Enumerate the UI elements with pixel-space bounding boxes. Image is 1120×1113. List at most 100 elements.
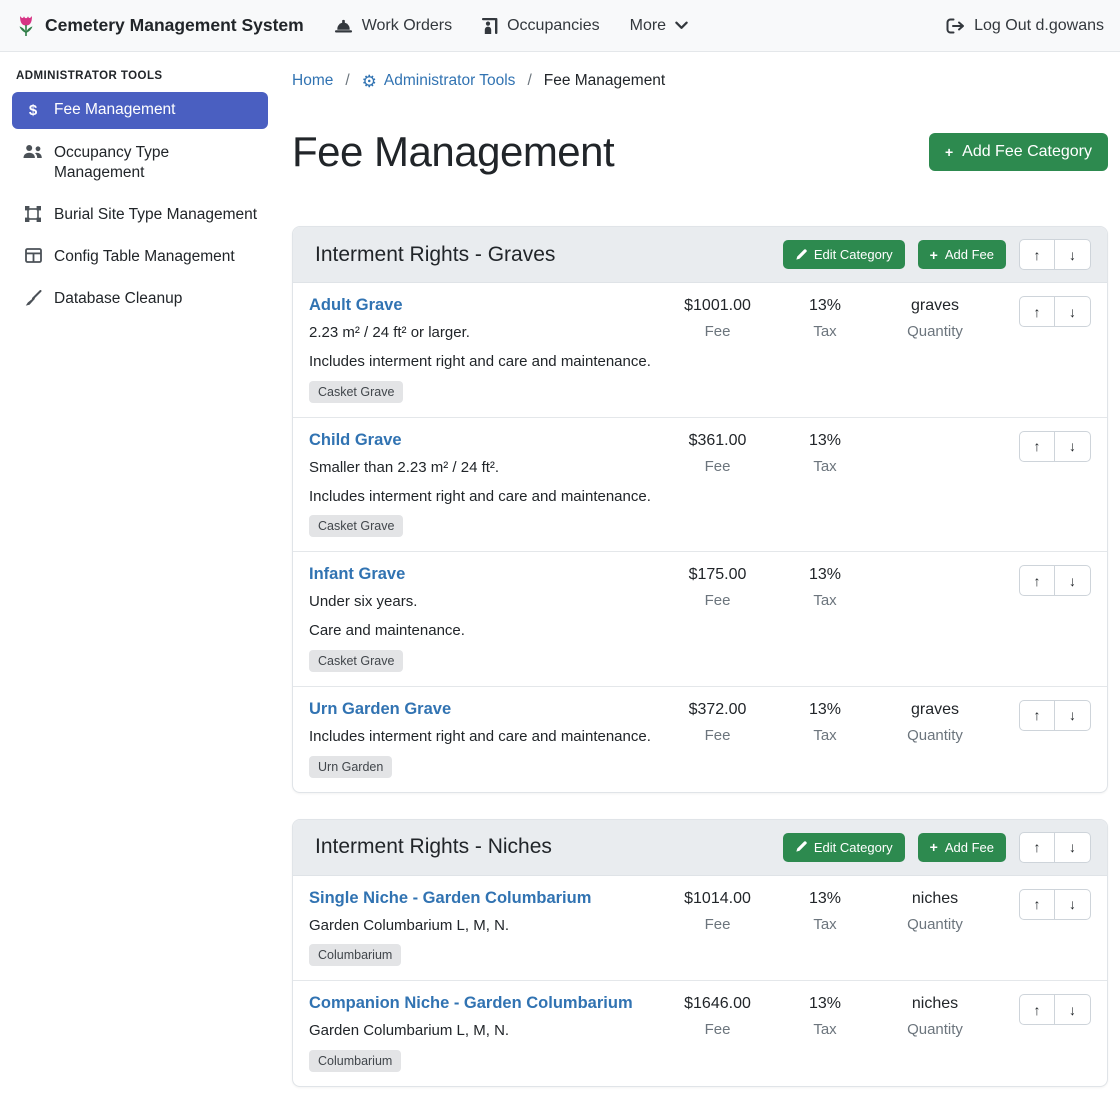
fee-name-link[interactable]: Child Grave (309, 431, 402, 450)
logout-button[interactable]: Log Out d.gowans (946, 17, 1104, 35)
category-header: Interment Rights - Graves Edit Category … (293, 227, 1107, 283)
add-fee-label: Add Fee (945, 840, 994, 855)
fee-rows: Single Niche - Garden Columbarium Garden… (293, 876, 1107, 1087)
fee-type-badge: Casket Grave (309, 381, 403, 403)
category-move-up-button[interactable]: ↑ (1019, 239, 1055, 270)
fee-row: Single Niche - Garden Columbarium Garden… (293, 876, 1107, 981)
brand-title: Cemetery Management System (45, 15, 304, 36)
hard-hat-icon (334, 18, 353, 34)
category-title: Interment Rights - Graves (309, 243, 783, 267)
fee-move-down-button[interactable]: ↓ (1055, 994, 1091, 1025)
fee-actions: ↑ ↓ (995, 431, 1091, 462)
sidebar-item-occupancy-type-management[interactable]: Occupancy Type Management (12, 135, 268, 191)
fee-info: Urn Garden Grave Includes interment righ… (309, 700, 660, 778)
fee-actions: ↑ ↓ (995, 889, 1091, 920)
category-title: Interment Rights - Niches (309, 835, 783, 859)
fee-move-up-button[interactable]: ↑ (1019, 565, 1055, 596)
fee-column: $175.00 Fee (660, 565, 775, 609)
fee-name-link[interactable]: Companion Niche - Garden Columbarium (309, 994, 633, 1013)
tax-column: 13% Tax (775, 700, 875, 744)
fee-info: Single Niche - Garden Columbarium Garden… (309, 889, 660, 967)
edit-category-button[interactable]: Edit Category (783, 833, 905, 862)
quantity-label: Quantity (875, 1021, 995, 1038)
add-fee-category-button[interactable]: + Add Fee Category (929, 133, 1108, 171)
fee-label: Fee (660, 323, 775, 340)
sidebar-item-database-cleanup[interactable]: Database Cleanup (12, 281, 268, 317)
fee-name-link[interactable]: Adult Grave (309, 296, 403, 315)
breadcrumb-admin-tools-link[interactable]: Administrator Tools (384, 72, 516, 90)
tax-value: 13% (775, 432, 875, 450)
fee-description: Under six years. (309, 591, 652, 613)
arrow-down-icon: ↓ (1069, 839, 1076, 855)
quantity-column (875, 431, 995, 440)
fee-description: 2.23 m² / 24 ft² or larger. (309, 322, 652, 344)
quantity-column: graves Quantity (875, 296, 995, 340)
dollar-icon: $ (22, 101, 44, 121)
fee-move-up-button[interactable]: ↑ (1019, 431, 1055, 462)
fee-move-down-button[interactable]: ↓ (1055, 565, 1091, 596)
fee-reorder-group: ↑ ↓ (1019, 296, 1091, 327)
category-move-up-button[interactable]: ↑ (1019, 832, 1055, 863)
fee-label: Fee (660, 1021, 775, 1038)
fee-move-up-button[interactable]: ↑ (1019, 296, 1055, 327)
quantity-column: graves Quantity (875, 700, 995, 744)
fee-row: Urn Garden Grave Includes interment righ… (293, 686, 1107, 792)
quantity-column: niches Quantity (875, 889, 995, 933)
quantity-label: Quantity (875, 323, 995, 340)
fee-description: Garden Columbarium L, M, N. (309, 1020, 652, 1042)
arrow-up-icon: ↑ (1034, 896, 1041, 912)
fee-description: Includes interment right and care and ma… (309, 351, 652, 373)
sidebar-item-label: Database Cleanup (54, 289, 182, 309)
fee-reorder-group: ↑ ↓ (1019, 889, 1091, 920)
nav-label-more: More (630, 17, 666, 35)
sidebar-item-fee-management[interactable]: $ Fee Management (12, 92, 268, 129)
fee-row: Infant Grave Under six years. Care and ma… (293, 551, 1107, 686)
add-fee-button[interactable]: + Add Fee (918, 240, 1006, 269)
fee-description: Includes interment right and care and ma… (309, 486, 652, 508)
nav-item-more[interactable]: More (630, 17, 688, 35)
fee-name-link[interactable]: Urn Garden Grave (309, 700, 451, 719)
fee-info: Child Grave Smaller than 2.23 m² / 24 ft… (309, 431, 660, 538)
tax-column: 13% Tax (775, 565, 875, 609)
category-move-down-button[interactable]: ↓ (1055, 239, 1091, 270)
nav-item-work-orders[interactable]: Work Orders (334, 17, 452, 35)
breadcrumb: Home / ⚙ Administrator Tools / Fee Manag… (292, 64, 1108, 92)
fee-reorder-group: ↑ ↓ (1019, 431, 1091, 462)
sidebar-item-burial-site-type-management[interactable]: Burial Site Type Management (12, 197, 268, 233)
tax-column: 13% Tax (775, 431, 875, 475)
fee-move-down-button[interactable]: ↓ (1055, 889, 1091, 920)
fee-label: Fee (660, 458, 775, 475)
tax-label: Tax (775, 1021, 875, 1038)
category-reorder-group: ↑ ↓ (1019, 832, 1091, 863)
users-icon (22, 144, 44, 159)
plus-icon: + (945, 145, 953, 159)
brand-link[interactable]: Cemetery Management System (16, 14, 304, 38)
edit-category-button[interactable]: Edit Category (783, 240, 905, 269)
fee-info: Adult Grave 2.23 m² / 24 ft² or larger. I… (309, 296, 660, 403)
fee-reorder-group: ↑ ↓ (1019, 994, 1091, 1025)
sidebar-item-config-table-management[interactable]: Config Table Management (12, 239, 268, 275)
fee-move-up-button[interactable]: ↑ (1019, 889, 1055, 920)
fee-actions: ↑ ↓ (995, 994, 1091, 1025)
fee-move-up-button[interactable]: ↑ (1019, 994, 1055, 1025)
fee-description: Care and maintenance. (309, 620, 652, 642)
plus-icon: + (930, 840, 938, 854)
tulip-icon (16, 14, 36, 38)
category-move-down-button[interactable]: ↓ (1055, 832, 1091, 863)
nav-item-occupancies[interactable]: Occupancies (482, 17, 600, 35)
fee-descriptions: Includes interment right and care and ma… (309, 726, 652, 748)
logout-label: Log Out d.gowans (974, 17, 1104, 35)
add-fee-button[interactable]: + Add Fee (918, 833, 1006, 862)
nav-label-occupancies: Occupancies (507, 17, 600, 35)
edit-category-label: Edit Category (814, 840, 893, 855)
tax-value: 13% (775, 995, 875, 1013)
quantity-column (875, 565, 995, 574)
fee-move-down-button[interactable]: ↓ (1055, 431, 1091, 462)
fee-move-up-button[interactable]: ↑ (1019, 700, 1055, 731)
page-title: Fee Management (292, 128, 614, 176)
breadcrumb-home-link[interactable]: Home (292, 72, 333, 90)
fee-move-down-button[interactable]: ↓ (1055, 296, 1091, 327)
fee-move-down-button[interactable]: ↓ (1055, 700, 1091, 731)
fee-name-link[interactable]: Infant Grave (309, 565, 405, 584)
fee-name-link[interactable]: Single Niche - Garden Columbarium (309, 889, 591, 908)
